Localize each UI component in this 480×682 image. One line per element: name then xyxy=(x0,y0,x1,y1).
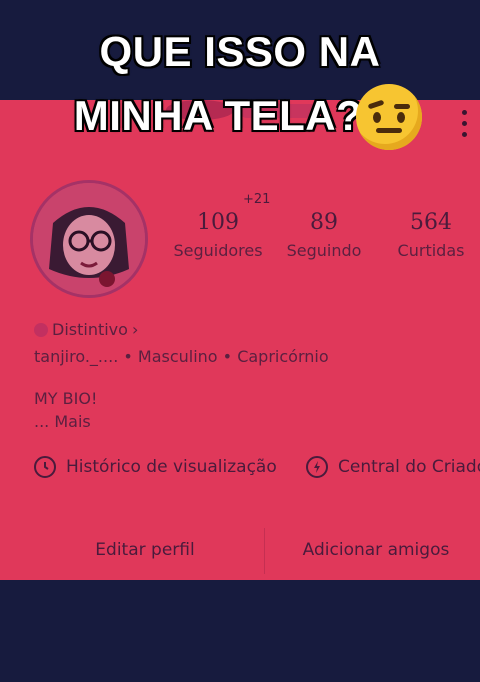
badge-label: Distintivo xyxy=(52,320,128,339)
chevron-right-icon: › xyxy=(131,320,139,339)
profile-screen: +21 109 Seguidores 89 Seguindo 564 Curti… xyxy=(0,100,480,580)
creator-center-label: Central do Criador xyxy=(338,457,480,477)
followers-delta: +21 xyxy=(243,192,271,207)
following-stat[interactable]: 89 Seguindo xyxy=(274,210,374,260)
avatar[interactable] xyxy=(30,180,148,298)
button-divider xyxy=(264,528,265,574)
raised-eyebrow-emoji-icon xyxy=(356,84,422,150)
followers-label: Seguidores xyxy=(173,241,263,260)
likes-count: 564 xyxy=(410,210,452,235)
caption-line-1: QUE ISSO NA xyxy=(99,28,381,75)
badge-icon xyxy=(34,322,48,337)
likes-label: Curtidas xyxy=(397,241,465,260)
history-link[interactable]: Histórico de visualização xyxy=(34,456,277,478)
creator-center-link[interactable]: Central do Criador xyxy=(306,456,480,478)
bio: MY BIO! ... Mais xyxy=(34,387,97,433)
bio-more-link[interactable]: ... Mais xyxy=(34,410,97,433)
badge-link[interactable]: Distintivo › xyxy=(34,320,138,339)
followers-count: 109 xyxy=(197,210,239,235)
more-options-icon[interactable] xyxy=(462,110,468,143)
bio-text: MY BIO! xyxy=(34,389,98,408)
history-label: Histórico de visualização xyxy=(66,457,277,477)
avatar-image xyxy=(33,183,145,295)
lightning-icon xyxy=(306,456,328,478)
edit-profile-button[interactable]: Editar perfil xyxy=(34,524,256,576)
add-friends-button[interactable]: Adicionar amigos xyxy=(272,524,480,576)
action-buttons: Editar perfil Adicionar amigos xyxy=(34,524,480,576)
following-count: 89 xyxy=(310,210,338,235)
likes-stat[interactable]: 564 Curtidas xyxy=(381,210,480,260)
following-label: Seguindo xyxy=(286,241,362,260)
followers-stat[interactable]: 109 Seguidores xyxy=(168,210,268,260)
clock-icon xyxy=(34,456,56,478)
profile-info-line: tanjiro._.... • Masculino • Capricórnio xyxy=(34,347,329,366)
